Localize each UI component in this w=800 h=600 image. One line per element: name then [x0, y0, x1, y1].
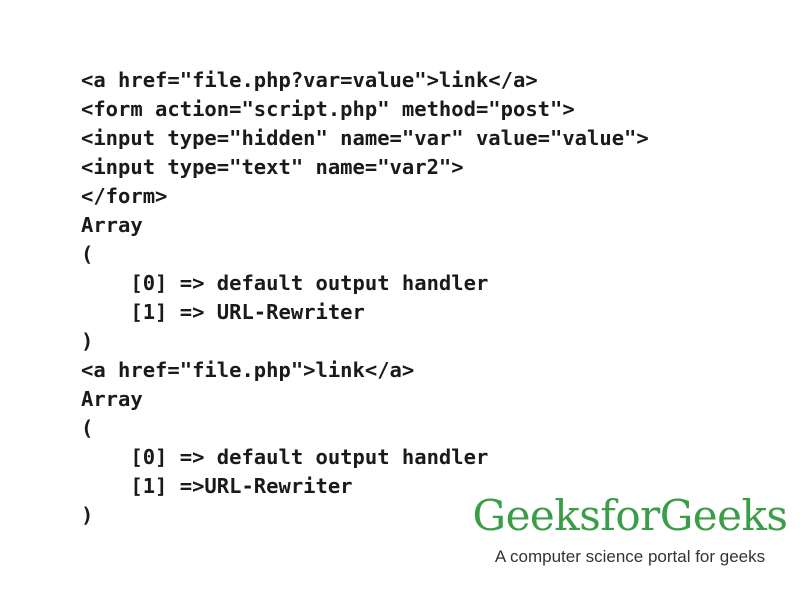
code-line-11: <a href="file.php">link</a> [81, 358, 415, 382]
code-line-6: Array [81, 213, 143, 237]
code-line-10: ) [81, 329, 94, 353]
code-line-2: <form action="script.php" method="post"> [81, 97, 575, 121]
code-line-12: Array [81, 387, 143, 411]
logo-tagline: A computer science portal for geeks [494, 547, 766, 566]
code-line-5: </form> [81, 184, 168, 208]
code-line-8: [0] => default output handler [81, 271, 489, 295]
code-line-14: [0] => default output handler [81, 445, 489, 469]
code-output-block: <a href="file.php?var=value">link</a> <fo… [81, 66, 649, 530]
logo-name: GeeksforGeeks [472, 491, 788, 540]
code-line-1: <a href="file.php?var=value">link</a> [81, 68, 538, 92]
geeksforgeeks-logo: GeeksforGeeks A computer science portal … [465, 490, 795, 568]
code-line-3: <input type="hidden" name="var" value="v… [81, 126, 649, 150]
code-line-7: ( [81, 242, 94, 266]
code-line-9: [1] => URL-Rewriter [81, 300, 365, 324]
code-line-13: ( [81, 416, 94, 440]
code-line-4: <input type="text" name="var2"> [81, 155, 464, 179]
